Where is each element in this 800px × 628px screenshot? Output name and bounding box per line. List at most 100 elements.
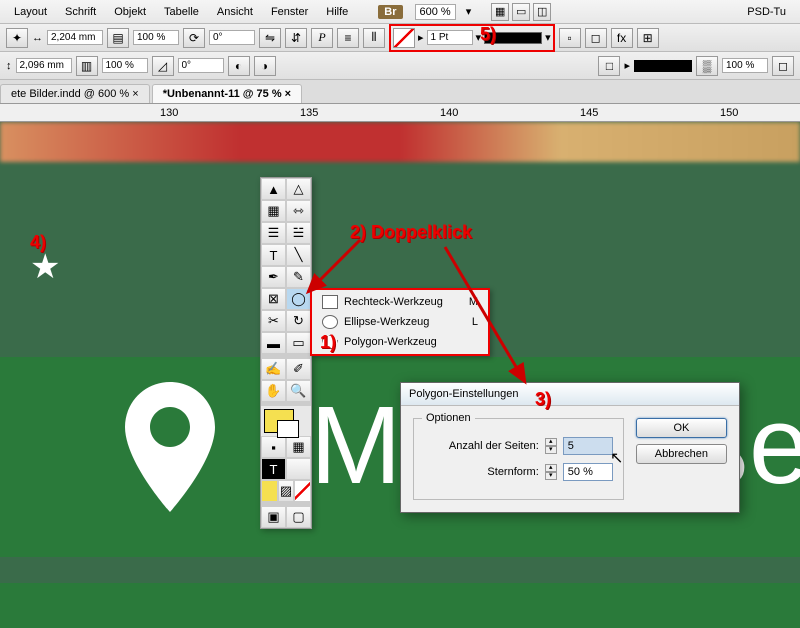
rectangle-tool-item[interactable]: Rechteck-WerkzeugM bbox=[314, 292, 486, 312]
fill-color-swatch[interactable] bbox=[634, 60, 692, 72]
tab-1[interactable]: ete Bilder.indd @ 600 % × bbox=[0, 84, 150, 103]
scale-y-field[interactable] bbox=[102, 58, 148, 73]
stroke-style-dropdown-icon[interactable]: ▾ bbox=[545, 31, 551, 44]
stroke-arrow-icon[interactable]: ▸ bbox=[418, 31, 424, 44]
star-shape[interactable]: ★ bbox=[30, 247, 60, 287]
gap-tool[interactable]: ⇿ bbox=[286, 200, 311, 222]
page-tool[interactable]: ▦ bbox=[261, 200, 286, 222]
misc-icon-3[interactable]: ◻ bbox=[772, 56, 794, 76]
close-icon[interactable]: × bbox=[132, 88, 138, 100]
none-swatch[interactable] bbox=[294, 480, 311, 502]
menu-objekt[interactable]: Objekt bbox=[106, 6, 154, 18]
ellipse-tool-item[interactable]: Ellipse-WerkzeugL bbox=[314, 312, 486, 332]
width-field[interactable] bbox=[47, 30, 103, 45]
misc-icon-2[interactable]: ◑ bbox=[254, 56, 276, 76]
zoom-tool[interactable]: 🔍 bbox=[286, 380, 311, 402]
gradient-feather-tool[interactable]: ▭ bbox=[286, 332, 311, 354]
wrap-icon[interactable]: fx bbox=[611, 28, 633, 48]
content-collector-tool[interactable]: ☰ bbox=[261, 222, 286, 244]
pencil-tool[interactable]: ✎ bbox=[286, 266, 311, 288]
canvas-area[interactable]: M ße ★ ▲△ ▦⇿ ☰☱ T╲ ✒✎ ⊠◯ ✂↻ ▬▭ ✍✐ ✋🔍 ▪▦ … bbox=[0, 122, 800, 628]
align-icon[interactable]: ≡ bbox=[337, 28, 359, 48]
scale-y-icon[interactable]: ▥ bbox=[76, 56, 98, 76]
fill-stroke-swatch[interactable] bbox=[264, 409, 294, 433]
bridge-button[interactable]: Br bbox=[378, 5, 402, 19]
view-mode-icon[interactable]: ▦ bbox=[491, 3, 509, 21]
document-tabs: ete Bilder.indd @ 600 % × *Unbenannt-11 … bbox=[0, 80, 800, 104]
close-icon[interactable]: × bbox=[285, 88, 291, 100]
hand-tool[interactable]: ✋ bbox=[261, 380, 286, 402]
gradient-swatch-tool[interactable]: ▬ bbox=[261, 332, 286, 354]
paragraph-icon[interactable]: P bbox=[311, 28, 333, 48]
scale-x-field[interactable] bbox=[133, 30, 179, 45]
stroke-weight-field[interactable] bbox=[427, 30, 473, 45]
fill-arrow-icon[interactable]: ▸ bbox=[624, 59, 630, 72]
formatting-icon[interactable] bbox=[286, 458, 311, 480]
flip-h-icon[interactable]: ⇋ bbox=[259, 28, 281, 48]
horizontal-ruler[interactable]: 130 135 140 145 150 bbox=[0, 104, 800, 122]
content-placer-tool[interactable]: ☱ bbox=[286, 222, 311, 244]
opacity-field[interactable] bbox=[722, 58, 768, 73]
free-transform-tool[interactable]: ↻ bbox=[286, 310, 311, 332]
menu-fenster[interactable]: Fenster bbox=[263, 6, 316, 18]
gradient-swatch[interactable]: ▨ bbox=[278, 480, 295, 502]
cancel-button[interactable]: Abbrechen bbox=[636, 444, 727, 464]
pen-tool[interactable]: ✒ bbox=[261, 266, 286, 288]
corner-icon[interactable]: ◻ bbox=[585, 28, 607, 48]
frame-fit-icon[interactable]: ⊞ bbox=[637, 28, 659, 48]
star-spinner[interactable]: ▴▾ bbox=[545, 464, 557, 480]
control-bar-2: ↕ ▥ ◿ ◐ ◑ □ ▸ ▒ ◻ bbox=[0, 52, 800, 80]
zoom-level[interactable]: 600 % bbox=[415, 4, 456, 20]
zoom-dropdown-icon[interactable]: ▾ bbox=[458, 5, 480, 18]
apply-color-icon[interactable]: ▪ bbox=[261, 436, 286, 458]
menu-layout[interactable]: Layout bbox=[6, 6, 55, 18]
note-tool[interactable]: ✍ bbox=[261, 358, 286, 380]
scissors-tool[interactable]: ✂ bbox=[261, 310, 286, 332]
sides-input[interactable] bbox=[563, 437, 613, 455]
type-tool[interactable]: T bbox=[261, 244, 286, 266]
rotate-icon[interactable]: ⟳ bbox=[183, 28, 205, 48]
screen-mode-icon[interactable]: ▭ bbox=[512, 3, 530, 21]
rectangle-frame-tool[interactable]: ⊠ bbox=[261, 288, 286, 310]
apply-gradient-icon[interactable]: ▦ bbox=[286, 436, 311, 458]
dialog-titlebar[interactable]: Polygon-Einstellungen bbox=[401, 383, 739, 406]
shear-field[interactable] bbox=[178, 58, 224, 73]
rotation-field[interactable] bbox=[209, 30, 255, 45]
preview-view-icon[interactable]: ▢ bbox=[286, 506, 311, 528]
eyedropper-tool[interactable]: ✐ bbox=[286, 358, 311, 380]
selection-tool[interactable]: ▲ bbox=[261, 178, 286, 200]
sides-spinner[interactable]: ▴▾ bbox=[545, 438, 557, 454]
distribute-icon[interactable]: ⫴ bbox=[363, 28, 385, 48]
height-icon: ↕ bbox=[6, 60, 12, 72]
effects-icon[interactable]: ▫ bbox=[559, 28, 581, 48]
normal-view-icon[interactable]: ▣ bbox=[261, 506, 286, 528]
annotation-1: 1) bbox=[320, 332, 336, 353]
sides-label: Anzahl der Seiten: bbox=[449, 440, 539, 452]
fill-swatch-icon[interactable]: □ bbox=[598, 56, 620, 76]
flip-v-icon[interactable]: ⇵ bbox=[285, 28, 307, 48]
height-field[interactable] bbox=[16, 58, 72, 73]
scale-icon[interactable]: ▤ bbox=[107, 28, 129, 48]
apply-none-icon[interactable]: T bbox=[261, 458, 286, 480]
line-tool[interactable]: ╲ bbox=[286, 244, 311, 266]
misc-icon-1[interactable]: ◐ bbox=[228, 56, 250, 76]
large-letter-m: M bbox=[310, 382, 402, 509]
shape-tool-flyout: Rechteck-WerkzeugM Ellipse-WerkzeugL Pol… bbox=[310, 288, 490, 356]
menu-hilfe[interactable]: Hilfe bbox=[318, 6, 356, 18]
tab-2[interactable]: *Unbenannt-11 @ 75 % × bbox=[152, 84, 302, 103]
reference-point-icon[interactable]: ✦ bbox=[6, 28, 28, 48]
opacity-icon[interactable]: ▒ bbox=[696, 56, 718, 76]
ellipse-tool[interactable]: ◯ bbox=[286, 288, 311, 310]
yellow-swatch[interactable] bbox=[261, 480, 278, 502]
control-bar-1: ✦ ↔ ▤ ⟳ ⇋ ⇵ P ≡ ⫴ ▸ ▾ ▾ ▫ ◻ fx ⊞ bbox=[0, 24, 800, 52]
menu-tabelle[interactable]: Tabelle bbox=[156, 6, 207, 18]
ok-button[interactable]: OK bbox=[636, 418, 727, 438]
menu-ansicht[interactable]: Ansicht bbox=[209, 6, 261, 18]
polygon-tool-item[interactable]: Polygon-Werkzeug bbox=[314, 332, 486, 352]
no-fill-icon[interactable] bbox=[393, 28, 415, 48]
shear-icon[interactable]: ◿ bbox=[152, 56, 174, 76]
star-input[interactable] bbox=[563, 463, 613, 481]
menu-schrift[interactable]: Schrift bbox=[57, 6, 104, 18]
direct-selection-tool[interactable]: △ bbox=[286, 178, 311, 200]
arrange-icon[interactable]: ◫ bbox=[533, 3, 551, 21]
